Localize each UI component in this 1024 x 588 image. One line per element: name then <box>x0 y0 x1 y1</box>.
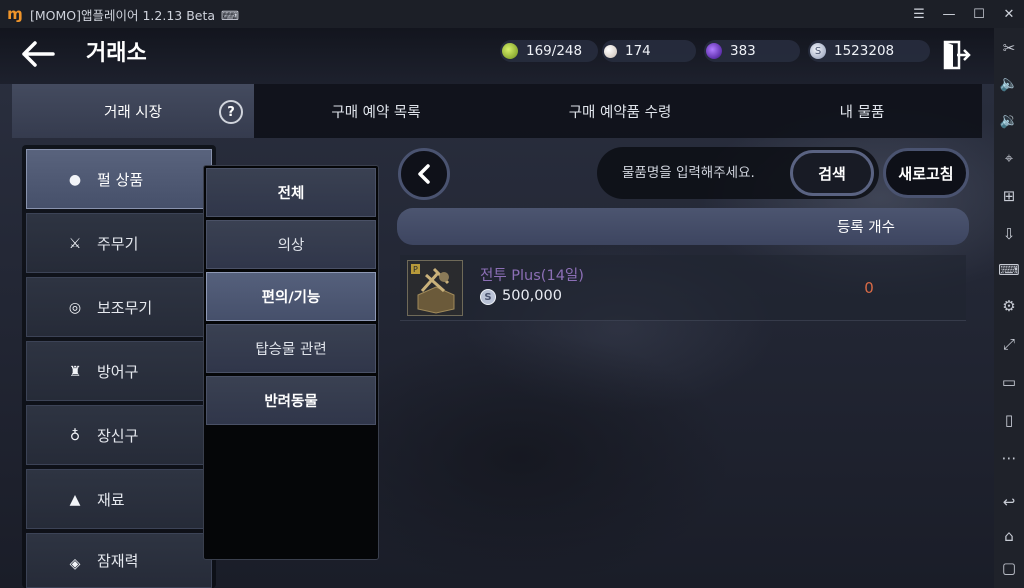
more-icon[interactable]: ⋯ <box>994 446 1024 470</box>
category-main-weapon[interactable]: ⚔ 주무기 <box>26 213 212 273</box>
category-potential[interactable]: ◈ 잠재력 <box>26 533 212 588</box>
refresh-button[interactable]: 새로고침 <box>883 148 969 198</box>
subcategory-mount[interactable]: 탑승물 관련 <box>206 324 376 373</box>
subcategory-panel: 전체 의상 편의/기능 탑승물 관련 반려동물 <box>203 165 379 560</box>
ring-icon: ♁ <box>69 428 81 444</box>
energy-icon <box>502 43 518 59</box>
volume-down-icon[interactable]: 🔉 <box>994 108 1024 132</box>
tab-market[interactable]: 거래 시장 ? <box>12 84 254 138</box>
tab-label: 거래 시장 <box>104 104 162 121</box>
category-sub-weapon[interactable]: ◎ 보조무기 <box>26 277 212 337</box>
location-icon[interactable]: ⌖ <box>994 146 1024 170</box>
flask-icon: ▲ <box>69 492 81 508</box>
category-accessory[interactable]: ♁ 장신구 <box>26 405 212 465</box>
tab-label: 구매 예약 목록 <box>331 104 421 121</box>
tab-bar: 거래 시장 ? 구매 예약 목록 구매 예약품 수령 내 물품 <box>12 84 982 138</box>
window-title: [MOMO]앱플레이어 1.2.13 Beta ⌨ <box>30 7 240 23</box>
category-label: 잠재력 <box>97 552 139 570</box>
maximize-icon[interactable]: ☐ <box>964 7 994 22</box>
resource-energy: 169/248 <box>500 40 598 62</box>
android-recent-icon[interactable]: ▢ <box>994 556 1024 580</box>
menu-icon[interactable]: ☰ <box>904 7 934 22</box>
android-back-icon[interactable]: ↩ <box>994 490 1024 514</box>
svg-text:P: P <box>413 265 418 274</box>
emulator-toolbar: ✂ 🔈 🔉 ⌖ ⊞ ⇩ ⌨ ⚙ ⤢ ▭ ▯ ⋯ ↩ ⌂ ▢ <box>994 28 1024 588</box>
category-material[interactable]: ▲ 재료 <box>26 469 212 529</box>
search-input[interactable] <box>620 154 788 192</box>
close-icon[interactable]: ✕ <box>994 7 1024 22</box>
help-icon[interactable]: ? <box>219 100 243 124</box>
gamepad-icon[interactable]: ⌨ <box>221 8 239 23</box>
crossed-swords-icon: ⚔ <box>68 236 82 252</box>
category-armor[interactable]: ♜ 방어구 <box>26 341 212 401</box>
screen-record-icon[interactable]: ▭ <box>994 370 1024 394</box>
list-item[interactable]: P 전투 Plus(14일) S 500,000 0 <box>400 255 966 321</box>
resource-silver: S 1523208 <box>808 40 930 62</box>
search-button[interactable]: 검색 <box>790 150 874 196</box>
subcategory-pet[interactable]: 반려동물 <box>206 376 376 425</box>
item-icon: P <box>407 260 463 316</box>
tab-label: 구매 예약품 수령 <box>568 104 672 121</box>
scissors-icon[interactable]: ✂ <box>994 36 1024 60</box>
shield-icon: ◎ <box>68 300 82 316</box>
energy-value: 169/248 <box>526 43 583 59</box>
category-pearl-items[interactable]: ● 펄 상품 <box>26 149 212 209</box>
add-window-icon[interactable]: ⊞ <box>994 184 1024 208</box>
pearl-icon <box>604 44 617 58</box>
fullscreen-icon[interactable]: ⤢ <box>994 332 1024 356</box>
resource-pearl: 174 <box>602 40 696 62</box>
keyboard-icon[interactable]: ⌨ <box>994 258 1024 282</box>
collapse-button[interactable] <box>398 148 450 200</box>
tab-label: 내 물품 <box>839 104 885 121</box>
dark-orb-value: 383 <box>730 43 756 59</box>
window-titlebar: ɱ [MOMO]앱플레이어 1.2.13 Beta ⌨ ☰ — ☐ ✕ <box>0 0 1024 28</box>
list-header: 등록 개수 <box>397 208 969 245</box>
app-logo-icon: ɱ <box>7 5 23 23</box>
tab-reservation-receive[interactable]: 구매 예약품 수령 <box>498 84 742 138</box>
chevron-left-icon <box>418 164 430 184</box>
silver-coin-icon: S <box>480 289 496 305</box>
minimize-icon[interactable]: — <box>934 7 964 22</box>
game-screen: 거래소 169/248 174 383 S 1523208 거래 시장 ? 구매… <box>0 28 994 588</box>
apk-install-icon[interactable]: ⇩ <box>994 222 1024 246</box>
category-label: 펄 상품 <box>97 170 144 189</box>
item-registered-count: 0 <box>864 279 874 297</box>
pearl-value: 174 <box>625 43 651 59</box>
subcategory-convenience[interactable]: 편의/기능 <box>206 272 376 321</box>
settings-gear-icon[interactable]: ⚙ <box>994 294 1024 318</box>
resource-dark-orb: 383 <box>704 40 800 62</box>
volume-up-icon[interactable]: 🔈 <box>994 71 1024 95</box>
subcategory-all[interactable]: 전체 <box>206 168 376 217</box>
category-label: 주무기 <box>97 234 139 253</box>
rotate-icon[interactable]: ▯ <box>994 408 1024 432</box>
category-label: 재료 <box>97 490 125 509</box>
exit-icon[interactable] <box>938 37 974 73</box>
subcategory-costume[interactable]: 의상 <box>206 220 376 269</box>
page-title: 거래소 <box>86 41 147 66</box>
dark-orb-icon <box>706 43 722 59</box>
silver-coin-icon: S <box>810 43 826 59</box>
tab-my-items[interactable]: 내 물품 <box>742 84 982 138</box>
category-panel: ● 펄 상품 ⚔ 주무기 ◎ 보조무기 ♜ 방어구 ♁ 장신구 ▲ 재료 ◈ 잠재력 <box>22 145 216 588</box>
category-label: 방어구 <box>97 362 139 381</box>
android-home-icon[interactable]: ⌂ <box>994 524 1024 548</box>
potential-icon: ◈ <box>69 556 81 572</box>
category-label: 장신구 <box>97 426 139 445</box>
pearl-icon: ● <box>68 172 82 188</box>
armor-icon: ♜ <box>68 364 82 380</box>
silver-value: 1523208 <box>834 43 895 59</box>
item-price: 500,000 <box>502 288 562 304</box>
item-name: 전투 Plus(14일) <box>480 268 584 284</box>
column-registered-count: 등록 개수 <box>837 220 895 236</box>
category-label: 보조무기 <box>97 298 153 317</box>
back-arrow-icon[interactable] <box>20 38 56 70</box>
tab-reservation-list[interactable]: 구매 예약 목록 <box>254 84 498 138</box>
